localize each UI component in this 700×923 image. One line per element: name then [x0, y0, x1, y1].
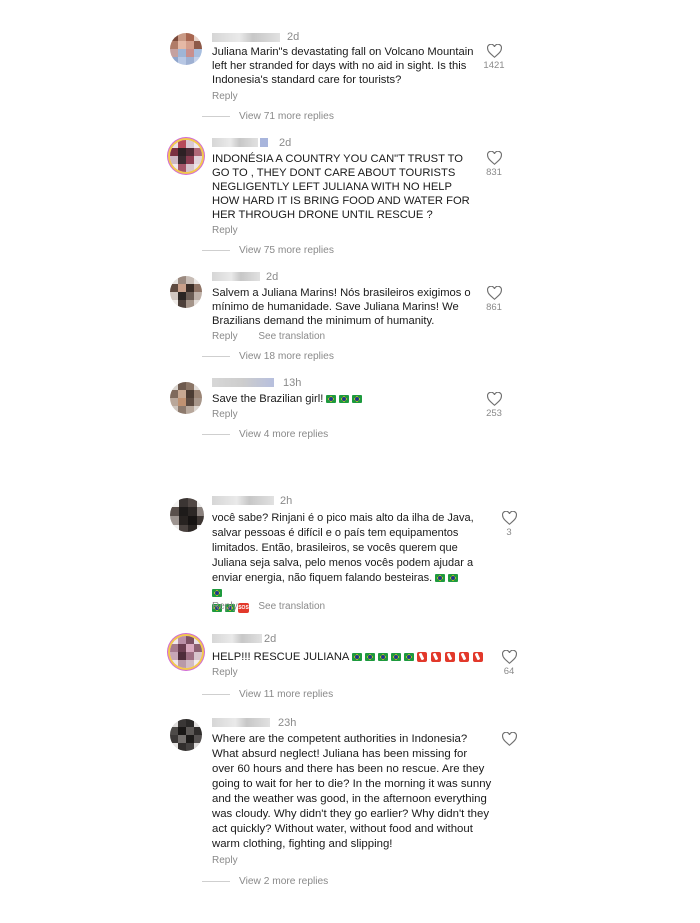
comment-time: 2d [264, 633, 277, 645]
like-count: 861 [486, 302, 502, 313]
divider [202, 693, 230, 695]
avatar[interactable] [170, 140, 202, 172]
heart-icon [486, 286, 502, 300]
fire-extinguisher-icon [416, 652, 427, 663]
view-more-replies[interactable]: View 71 more replies [202, 111, 334, 122]
username-redacted[interactable] [212, 718, 270, 727]
view-more-replies[interactable]: View 2 more replies [202, 876, 328, 887]
comment-time: 2d [287, 31, 300, 43]
like-button[interactable]: 3 [489, 511, 529, 538]
like-count: 253 [486, 408, 502, 419]
comment-text: Where are the competent authorities in I… [212, 733, 492, 850]
avatar[interactable] [170, 276, 202, 308]
brazil-flag-icon [435, 574, 446, 583]
view-more-replies[interactable]: View 11 more replies [202, 689, 333, 700]
view-more-replies[interactable]: View 4 more replies [202, 429, 328, 440]
comment-actions: Reply [212, 91, 256, 102]
avatar[interactable] [170, 719, 202, 751]
like-button[interactable] [489, 732, 529, 746]
comment-time: 23h [278, 717, 297, 729]
comment-time: 13h [283, 377, 302, 389]
brazil-flag-icon [212, 589, 222, 598]
brazil-flag-icon [403, 653, 414, 662]
like-count: 3 [506, 527, 512, 538]
brazil-flag-icon [377, 653, 388, 662]
comment-actions: Reply See translation [212, 601, 343, 612]
fire-extinguisher-icon [444, 652, 455, 663]
comment-actions: Reply See translation [212, 331, 343, 342]
view-more-label: View 2 more replies [239, 876, 329, 887]
username-redacted[interactable] [212, 272, 260, 281]
divider [202, 880, 230, 882]
like-button[interactable]: 253 [474, 392, 514, 419]
brazil-flag-icon [326, 395, 337, 404]
like-button[interactable]: 1421 [474, 44, 514, 71]
see-translation-link[interactable]: See translation [258, 601, 325, 612]
fire-extinguisher-icon [458, 652, 469, 663]
brazil-flag-icon [339, 395, 350, 404]
heart-icon [501, 732, 517, 746]
avatar[interactable] [170, 498, 204, 532]
fire-extinguisher-icon [472, 652, 483, 663]
comment-time: 2d [279, 137, 292, 149]
like-button[interactable]: 831 [474, 151, 514, 178]
reply-button[interactable]: Reply [212, 409, 238, 420]
username-redacted[interactable] [212, 138, 268, 147]
like-count: 831 [486, 167, 502, 178]
comment-text-body: HELP!!! RESCUE JULIANA [212, 651, 349, 663]
username-redacted[interactable] [212, 496, 274, 505]
brazil-flag-icon [351, 653, 362, 662]
comment-text: INDONÉSIA A COUNTRY YOU CAN"T TRUST TO G… [212, 153, 470, 221]
comment-time: 2d [266, 271, 279, 283]
brazil-flag-icon [364, 653, 375, 662]
avatar[interactable] [170, 33, 202, 65]
comment-time: 2h [280, 495, 293, 507]
comment-actions: Reply [212, 225, 256, 236]
reply-button[interactable]: Reply [212, 855, 238, 866]
comment-actions: Reply [212, 409, 256, 420]
brazil-flag-icon [448, 574, 459, 583]
divider [202, 115, 230, 117]
fire-extinguisher-icon [430, 652, 441, 663]
brazil-flag-icon [390, 653, 401, 662]
username-redacted[interactable] [212, 33, 280, 42]
heart-icon [501, 650, 517, 664]
comment-text: Salvem a Juliana Marins! Nós brasileiros… [212, 287, 471, 327]
reply-button[interactable]: Reply [212, 331, 238, 342]
like-button[interactable]: 64 [489, 650, 529, 677]
view-more-replies[interactable]: View 75 more replies [202, 245, 334, 256]
like-count: 1421 [483, 60, 505, 71]
view-more-label: View 11 more replies [239, 689, 334, 700]
comment-actions: Reply [212, 855, 256, 866]
comment-actions: Reply [212, 667, 256, 678]
reply-button[interactable]: Reply [212, 225, 238, 236]
heart-icon [486, 44, 502, 58]
heart-icon [486, 151, 502, 165]
view-more-label: View 4 more replies [239, 429, 329, 440]
reply-button[interactable]: Reply [212, 667, 238, 678]
divider [202, 249, 230, 251]
comment-text-body: Save the Brazilian girl! [212, 393, 324, 405]
comment-text: HELP!!! RESCUE JULIANA [212, 650, 502, 664]
reply-button[interactable]: Reply [212, 91, 238, 102]
brazil-flag-icon [352, 395, 363, 404]
avatar[interactable] [170, 636, 202, 668]
avatar[interactable] [170, 382, 202, 414]
heart-icon [501, 511, 517, 525]
username-redacted[interactable] [212, 378, 274, 387]
view-more-label: View 18 more replies [239, 351, 334, 362]
view-more-label: View 75 more replies [239, 245, 334, 256]
view-more-label: View 71 more replies [239, 111, 334, 122]
reply-button[interactable]: Reply [212, 601, 238, 612]
heart-icon [486, 392, 502, 406]
comment-text: Save the Brazilian girl! [212, 392, 487, 406]
comment-text: Juliana Marin"s devastating fall on Volc… [212, 46, 474, 86]
username-redacted[interactable] [212, 634, 262, 643]
see-translation-link[interactable]: See translation [258, 331, 325, 342]
divider [202, 433, 230, 435]
like-count: 64 [503, 666, 515, 677]
like-button[interactable]: 861 [474, 286, 514, 313]
view-more-replies[interactable]: View 18 more replies [202, 351, 334, 362]
divider [202, 355, 230, 357]
